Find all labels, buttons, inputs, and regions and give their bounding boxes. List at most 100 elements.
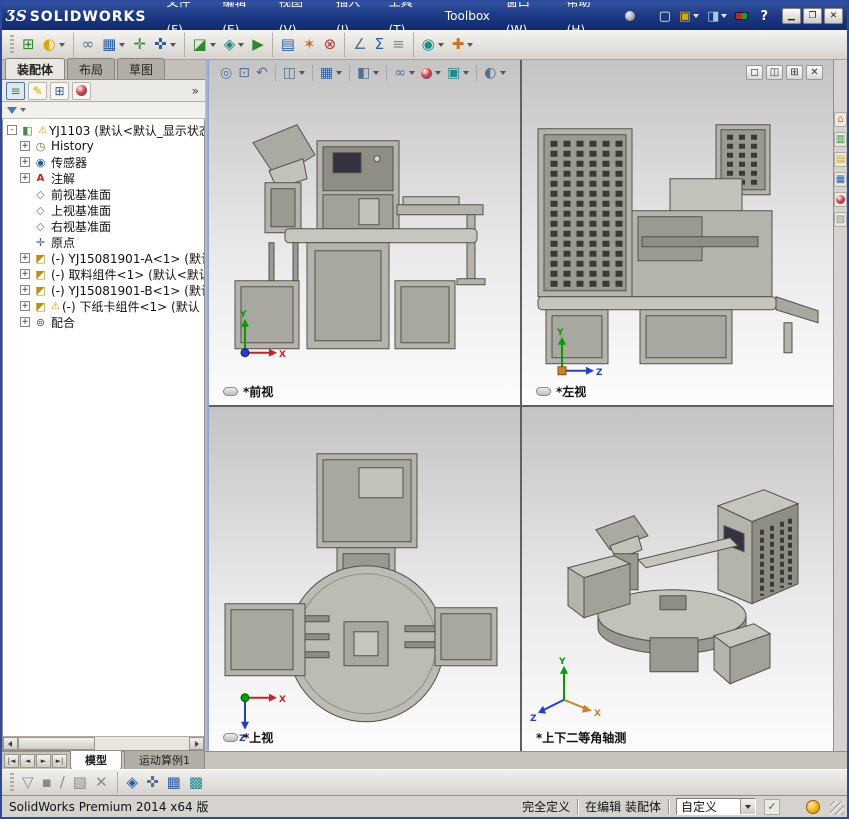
scrollbar-thumb[interactable] [18, 737, 95, 750]
toolbar-button[interactable]: ▦ [98, 32, 129, 58]
feature-tree-item[interactable]: + (-) YJ15081901-A<1> (默认 [3, 250, 204, 266]
resize-grip[interactable] [830, 801, 844, 815]
tree-expander-icon[interactable]: + [20, 285, 30, 295]
toolbar-button[interactable]: ✜ [150, 32, 180, 58]
window-button[interactable]: ✕ [824, 8, 843, 24]
toolbar-button[interactable]: ▶ [248, 32, 268, 58]
feature-tree-item[interactable]: + History [3, 138, 204, 154]
task-pane-tab-icon[interactable]: ⌂ [834, 112, 847, 127]
toolbar-button[interactable]: ◈ [220, 32, 249, 58]
filter-funnel-icon[interactable] [7, 106, 17, 114]
dropdown-arrow-icon[interactable] [373, 71, 380, 75]
viewport-front[interactable]: Y X *前视 [209, 60, 520, 405]
titlebar-icon[interactable]: ▣ [677, 9, 701, 24]
viewport-left[interactable]: Y Z *左视 [522, 60, 833, 405]
toolbar-grip[interactable] [10, 34, 14, 55]
window-button[interactable]: ▁ [782, 8, 801, 24]
viewport-layout-button[interactable]: ✕ [806, 65, 823, 80]
feature-tree-item[interactable]: + (-) 取料组件<1> (默认<默认 [3, 266, 204, 282]
feature-tree-item[interactable]: + 配合 [3, 314, 204, 330]
dropdown-arrow-icon[interactable] [463, 71, 470, 75]
dropdown-arrow-icon[interactable] [467, 42, 474, 47]
quick-tips-icon[interactable] [806, 799, 820, 814]
tree-expander-icon[interactable] [20, 237, 30, 247]
scroll-left-icon[interactable] [3, 737, 18, 750]
view-toolbar-button[interactable]: ◧ [349, 65, 382, 81]
view-toolbar-button[interactable]: ◫ [274, 65, 308, 81]
scrollbar-track[interactable] [18, 737, 189, 750]
toolbar-button[interactable]: Σ [371, 32, 388, 58]
viewport-layout-button[interactable]: ◫ [766, 65, 783, 80]
toolbar-button[interactable]: ∠ [344, 31, 370, 58]
tree-horizontal-scrollbar[interactable] [2, 736, 205, 751]
feature-tree-item[interactable]: + (-) YJ15081901-B<1> (默认 [3, 282, 204, 298]
toolbar-button[interactable]: ◉ [412, 31, 448, 58]
toolbar-button[interactable]: ⊗ [320, 32, 341, 58]
toolbar-button[interactable]: ✛ [129, 32, 150, 58]
overflow-chevron-icon[interactable]: » [190, 84, 201, 98]
menu-pin-icon[interactable] [624, 11, 635, 21]
dropdown-arrow-icon[interactable] [209, 42, 216, 47]
tree-expander-icon[interactable]: + [20, 269, 30, 279]
feature-tree-item[interactable]: 上视基准面 [3, 202, 204, 218]
filter-dropdown-icon[interactable] [20, 108, 26, 112]
menu-item[interactable]: Toolbox [437, 2, 498, 30]
view-toolbar-button[interactable] [418, 67, 444, 80]
rebuild-status-icon[interactable]: ✓ [764, 798, 780, 815]
dropdown-arrow-icon[interactable] [119, 42, 126, 47]
command-tab[interactable]: 布局 [67, 58, 116, 79]
feature-tree-item[interactable]: - YJ1103 (默认<默认_显示状态 [3, 122, 204, 138]
titlebar-icon[interactable]: ▢ [657, 9, 673, 24]
tab-nav-button[interactable]: ►| [52, 753, 67, 768]
feature-tree-item[interactable]: + 注解 [3, 170, 204, 186]
help-icon[interactable]: ? [752, 9, 776, 24]
filter-toolbar-button[interactable]: ▽ [18, 772, 38, 794]
dropdown-arrow-icon[interactable] [437, 42, 444, 47]
tab-nav-button[interactable]: |◄ [4, 753, 19, 768]
toolbar-button[interactable]: ▤ [271, 31, 299, 58]
feature-tree-item[interactable]: 前视基准面 [3, 186, 204, 202]
units-dropdown-arrow-icon[interactable] [740, 799, 755, 814]
model-tab[interactable]: 模型 [70, 750, 122, 771]
toolbar-grip[interactable] [10, 772, 14, 793]
dropdown-arrow-icon[interactable] [336, 71, 343, 75]
feature-tree-item[interactable]: + 传感器 [3, 154, 204, 170]
filter-toolbar-button[interactable]: ▧ [69, 772, 91, 794]
manager-tab-icon[interactable]: ≡ [6, 81, 25, 100]
tree-expander-icon[interactable]: + [20, 173, 30, 183]
manager-tab-icon[interactable] [72, 81, 91, 100]
filter-toolbar-button[interactable]: ▪ [38, 772, 56, 794]
view-toolbar-button[interactable]: ◐ [476, 65, 508, 81]
tree-expander-icon[interactable]: - [7, 125, 17, 135]
toolbar-button[interactable]: ∞ [72, 31, 99, 58]
toolbar-button[interactable]: ◐ [39, 32, 69, 58]
view-toolbar-button[interactable]: ∞ [386, 65, 418, 81]
dropdown-arrow-icon[interactable] [238, 42, 245, 47]
dropdown-arrow-icon[interactable] [58, 42, 65, 47]
toolbar-button[interactable]: ⊞ [18, 32, 39, 58]
task-pane-tab-icon[interactable]: ▧ [834, 212, 847, 227]
feature-tree-item[interactable]: + (-) 下纸卡组件<1> (默认 [3, 298, 204, 314]
view-toolbar-button[interactable]: ▦ [311, 65, 345, 81]
filter-toolbar-button[interactable]: ✜ [142, 772, 163, 794]
dropdown-arrow-icon[interactable] [499, 71, 506, 75]
viewport-isometric[interactable]: Y X Z *上下二等角轴测 [522, 406, 833, 751]
view-toolbar-button[interactable]: ◎ [217, 65, 235, 81]
filter-toolbar-button[interactable]: ✕ [91, 772, 112, 794]
tree-expander-icon[interactable]: + [20, 317, 30, 327]
tree-expander-icon[interactable] [20, 205, 30, 215]
filter-toolbar-button[interactable]: ▦ [163, 772, 185, 794]
view-toolbar-button[interactable]: ⊡ [235, 65, 253, 81]
units-dropdown[interactable]: 自定义 [676, 798, 756, 815]
command-tab[interactable]: 草图 [117, 58, 166, 79]
command-tab[interactable]: 装配体 [5, 58, 66, 79]
viewport-layout-button[interactable]: ⊞ [786, 65, 803, 80]
task-pane-tab-icon[interactable]: ▦ [834, 172, 847, 187]
task-pane-tab-icon[interactable]: ▤ [834, 152, 847, 167]
toolbar-button[interactable]: ◪ [183, 31, 220, 58]
window-button[interactable]: ❐ [803, 8, 822, 24]
feature-tree-item[interactable]: 原点 [3, 234, 204, 250]
dropdown-arrow-icon[interactable] [693, 14, 700, 18]
tree-expander-icon[interactable]: + [20, 301, 30, 311]
tree-expander-icon[interactable]: + [20, 157, 30, 167]
